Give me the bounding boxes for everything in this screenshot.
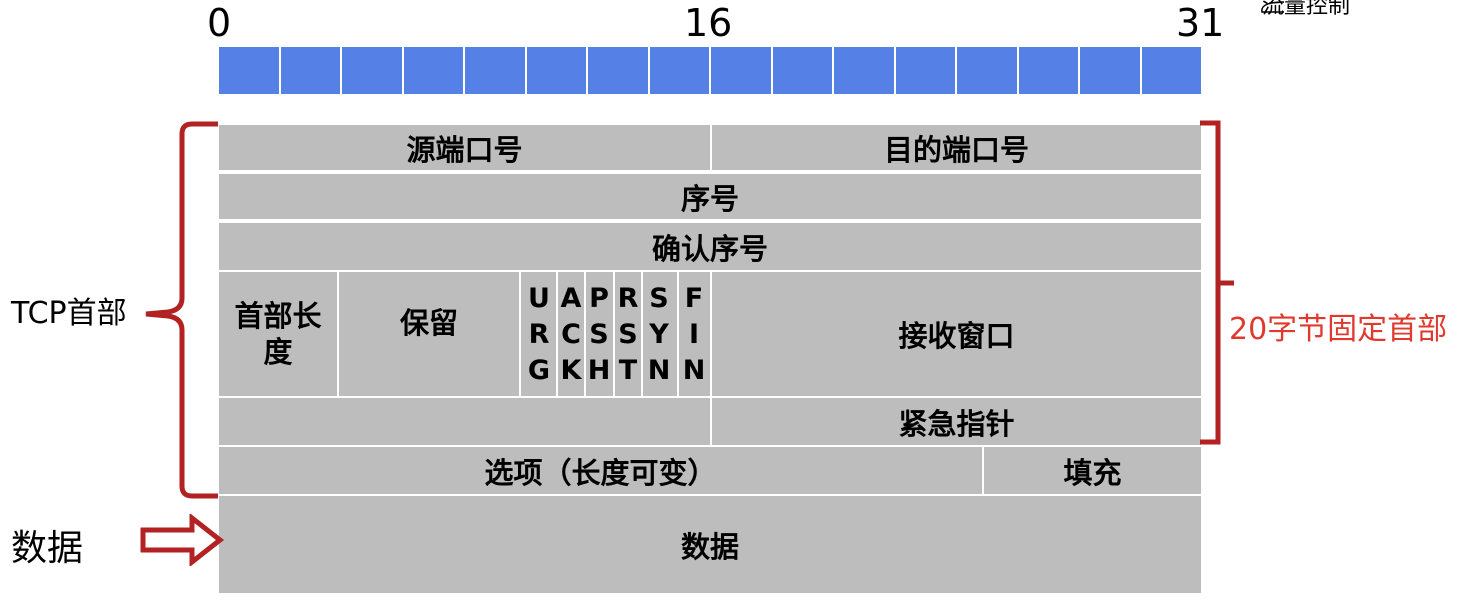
- flag-letter: F: [684, 283, 704, 314]
- ruler-cell: [772, 47, 834, 94]
- flag-letter: G: [527, 355, 551, 386]
- data-arrow-icon: [140, 514, 225, 566]
- dst-port-label: 目的端口号: [883, 132, 1029, 167]
- flag-letter: S: [649, 283, 669, 314]
- bit-label-0: 0: [207, 1, 232, 45]
- flag-letter: U: [528, 283, 550, 314]
- flag-letter: C: [561, 319, 581, 350]
- options-label: 选项（长度可变）: [484, 455, 717, 490]
- data-side-label: 数据: [11, 519, 83, 571]
- tcp-header-label: TCP首部: [11, 288, 127, 332]
- flag-letter: S: [618, 319, 638, 350]
- ruler-cell: [526, 47, 588, 94]
- flag-syn: S Y N: [643, 275, 675, 395]
- fixed-header-label-text: 20字节固定首部: [1229, 312, 1448, 347]
- flag-psh: P S H: [586, 275, 612, 395]
- flag-letter: R: [528, 319, 550, 350]
- flag-letter: P: [589, 283, 609, 314]
- flag-letter: Y: [649, 319, 669, 350]
- ack-label: 确认序号: [651, 231, 768, 266]
- ruler-cell: [711, 47, 773, 94]
- ruler-cell: [1141, 47, 1201, 94]
- padding-field: 填充: [984, 447, 1201, 494]
- header-length-label-line1: 首部长: [234, 299, 322, 333]
- bit-label-16: 16: [684, 1, 733, 45]
- bit-label-31: 31: [1176, 1, 1225, 45]
- ruler-cell: [342, 47, 404, 94]
- ruler-cell: [219, 47, 281, 94]
- data-field: 数据: [219, 496, 1201, 593]
- corner-curve-icon: [1261, 1, 1285, 13]
- data-label: 数据: [680, 529, 739, 564]
- ruler-cell: [1018, 47, 1080, 94]
- flag-urg: U R G: [523, 275, 555, 395]
- header-length-field: 首部长 度: [219, 272, 337, 396]
- fixed-header-label: 20字节固定首部: [1229, 304, 1447, 348]
- src-port-field: 源端口号: [219, 125, 710, 170]
- seq-field: 序号: [219, 174, 1201, 219]
- options-field: 选项（长度可变）: [219, 447, 982, 494]
- window-field: 接收窗口: [712, 272, 1201, 396]
- flag-letter: N: [647, 355, 671, 386]
- ruler-cell: [649, 47, 711, 94]
- flag-letter: S: [589, 319, 609, 350]
- flag-letter: N: [682, 355, 706, 386]
- flag-letter: R: [617, 283, 639, 314]
- ruler-cell: [403, 47, 465, 94]
- flag-letter: H: [587, 355, 611, 386]
- fixed-header-brace: [1200, 120, 1234, 445]
- flag-letter: I: [688, 319, 700, 350]
- flag-ack: A C K: [558, 275, 584, 395]
- seq-label: 序号: [680, 181, 739, 216]
- ruler-cell: [465, 47, 527, 94]
- flag-fin: F I N: [679, 275, 709, 395]
- ruler-cell: [895, 47, 957, 94]
- flag-letter: A: [560, 283, 582, 314]
- checksum-field: [219, 398, 710, 445]
- tcp-header-label-text: TCP首部: [11, 296, 127, 331]
- window-label: 接收窗口: [898, 319, 1015, 353]
- tcp-header-brace: [145, 121, 218, 499]
- bit-ruler: [219, 47, 1201, 94]
- src-port-label: 源端口号: [406, 132, 523, 167]
- ruler-cell: [1080, 47, 1142, 94]
- ruler-cell: [588, 47, 650, 94]
- ruler-cell: [957, 47, 1019, 94]
- ack-field: 确认序号: [219, 223, 1201, 270]
- padding-label: 填充: [1063, 455, 1122, 490]
- header-length-label-line2: 度: [263, 335, 293, 369]
- ruler-cell: [280, 47, 342, 94]
- reserved-field: 保留: [339, 272, 519, 396]
- flag-letter: K: [560, 355, 582, 386]
- urgent-pointer-field: 紧急指针: [712, 398, 1201, 445]
- flag-rst: R S T: [615, 275, 641, 395]
- ruler-cell: [834, 47, 896, 94]
- flag-letter: T: [618, 355, 638, 386]
- urgent-pointer-label: 紧急指针: [898, 406, 1015, 441]
- reserved-label: 保留: [399, 306, 458, 340]
- data-side-label-text: 数据: [11, 528, 84, 569]
- dst-port-field: 目的端口号: [712, 125, 1201, 170]
